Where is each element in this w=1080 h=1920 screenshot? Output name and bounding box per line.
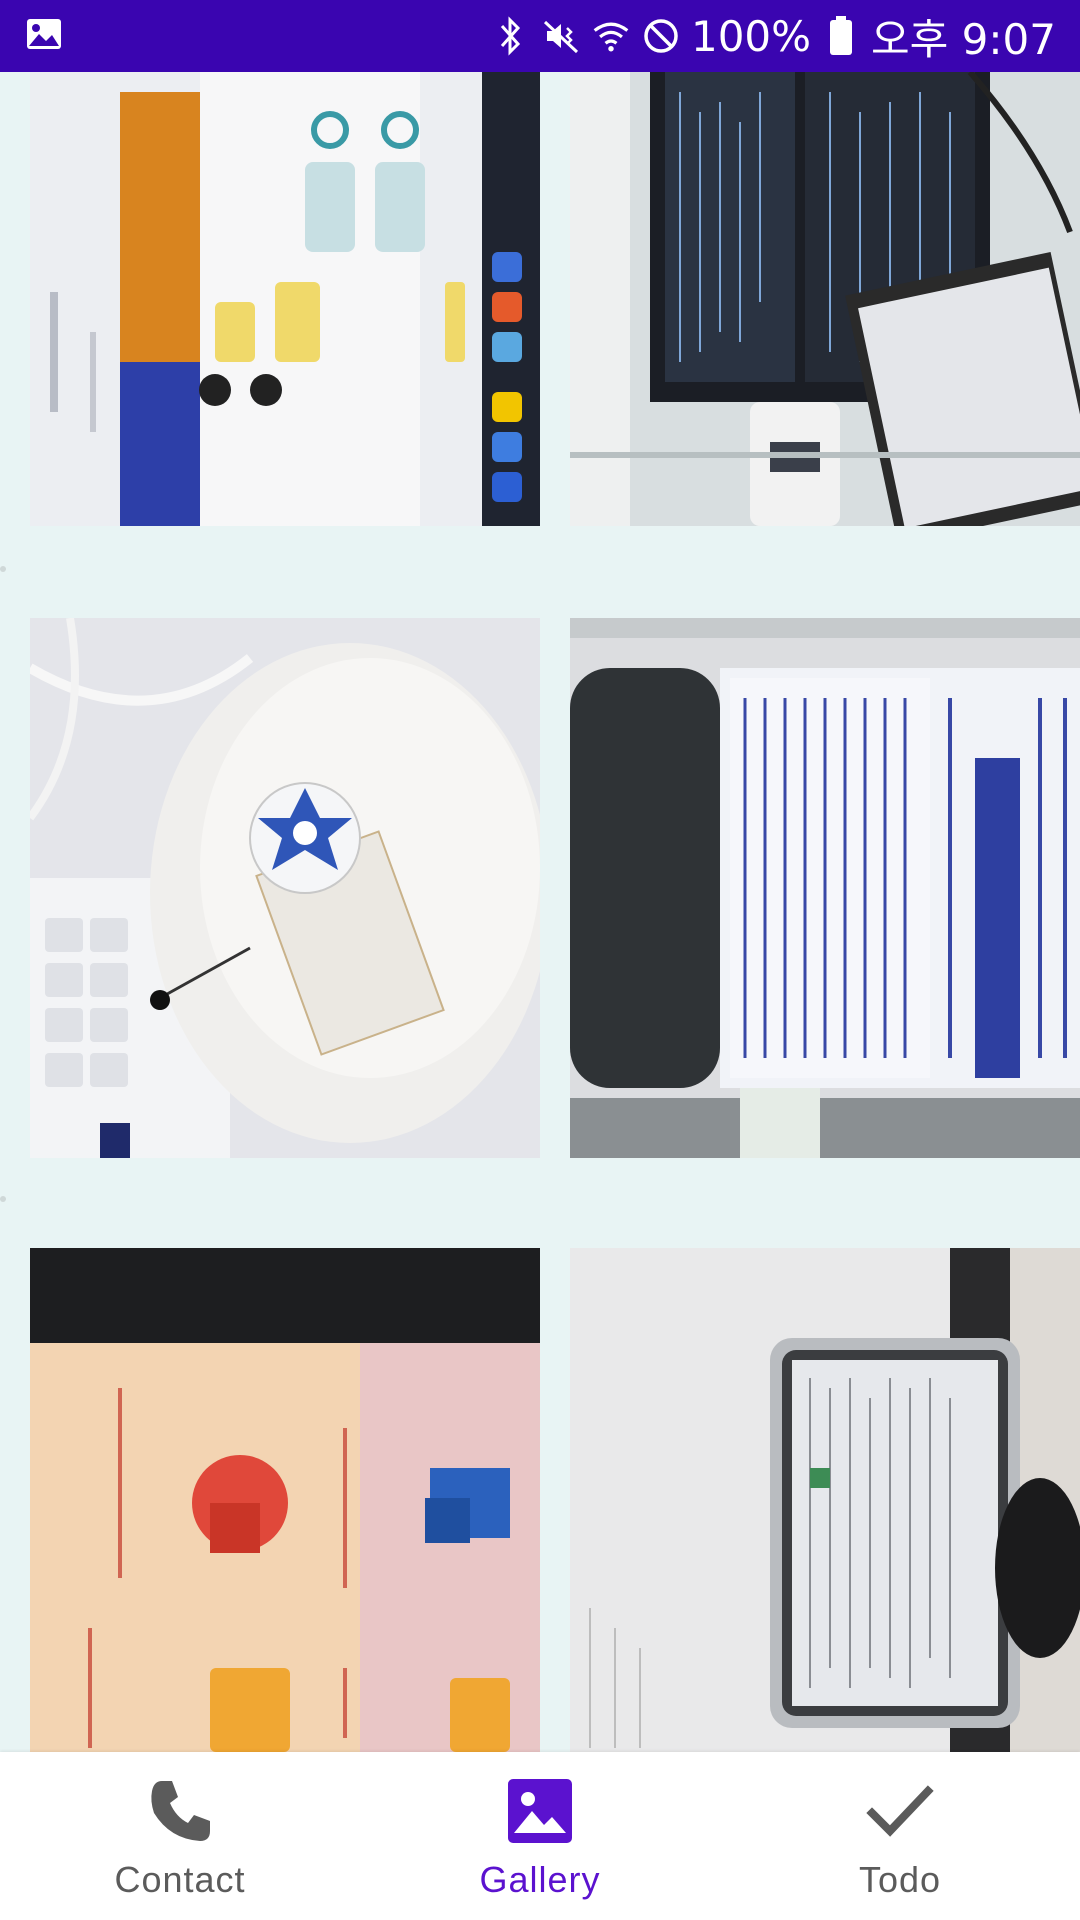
desktop-icons-photo xyxy=(30,1248,540,1752)
nav-item-todo[interactable]: Todo xyxy=(720,1752,1080,1920)
chat-screenshot-photo xyxy=(30,72,540,526)
phone-icon xyxy=(151,1781,210,1841)
nav-label-contact: Contact xyxy=(114,1859,246,1900)
bottle-label-photo xyxy=(570,618,1080,1158)
photo-tile[interactable] xyxy=(30,1248,540,1752)
status-bar: 100% 오후 9:07 xyxy=(0,0,1080,72)
do-not-disturb-icon xyxy=(641,16,681,56)
nav-item-contact[interactable]: Contact xyxy=(0,1752,360,1920)
image-icon xyxy=(508,1779,572,1843)
gallery-notification-icon xyxy=(24,14,64,59)
photo-tile[interactable] xyxy=(570,1248,1080,1752)
clock: 오후 9:07 xyxy=(871,14,1056,64)
photo-tile[interactable] xyxy=(30,72,540,526)
photo-tile[interactable] xyxy=(570,72,1080,526)
nav-label-todo: Todo xyxy=(858,1859,942,1900)
mouse-sticker-photo xyxy=(30,618,540,1158)
photo-tile[interactable] xyxy=(570,618,1080,1158)
mute-vibrate-icon xyxy=(541,16,581,56)
scroll-marker xyxy=(0,566,6,572)
status-right: 100% 오후 9:07 xyxy=(491,6,1056,67)
monitor-code-photo xyxy=(570,72,1080,526)
check-icon xyxy=(866,1785,934,1837)
wifi-icon xyxy=(591,16,631,56)
nav-item-gallery[interactable]: Gallery xyxy=(360,1752,720,1920)
photo-tile[interactable] xyxy=(30,618,540,1158)
status-left xyxy=(24,14,64,59)
nav-label-gallery: Gallery xyxy=(479,1859,601,1900)
tablet-desk-photo xyxy=(570,1248,1080,1752)
bottom-navigation: Contact Gallery Todo xyxy=(0,1752,1080,1920)
bluetooth-icon xyxy=(491,16,531,56)
battery-percent: 100% xyxy=(690,11,812,61)
photo-grid[interactable] xyxy=(0,72,1080,1752)
battery-icon xyxy=(821,16,861,56)
scroll-marker xyxy=(0,1196,6,1202)
